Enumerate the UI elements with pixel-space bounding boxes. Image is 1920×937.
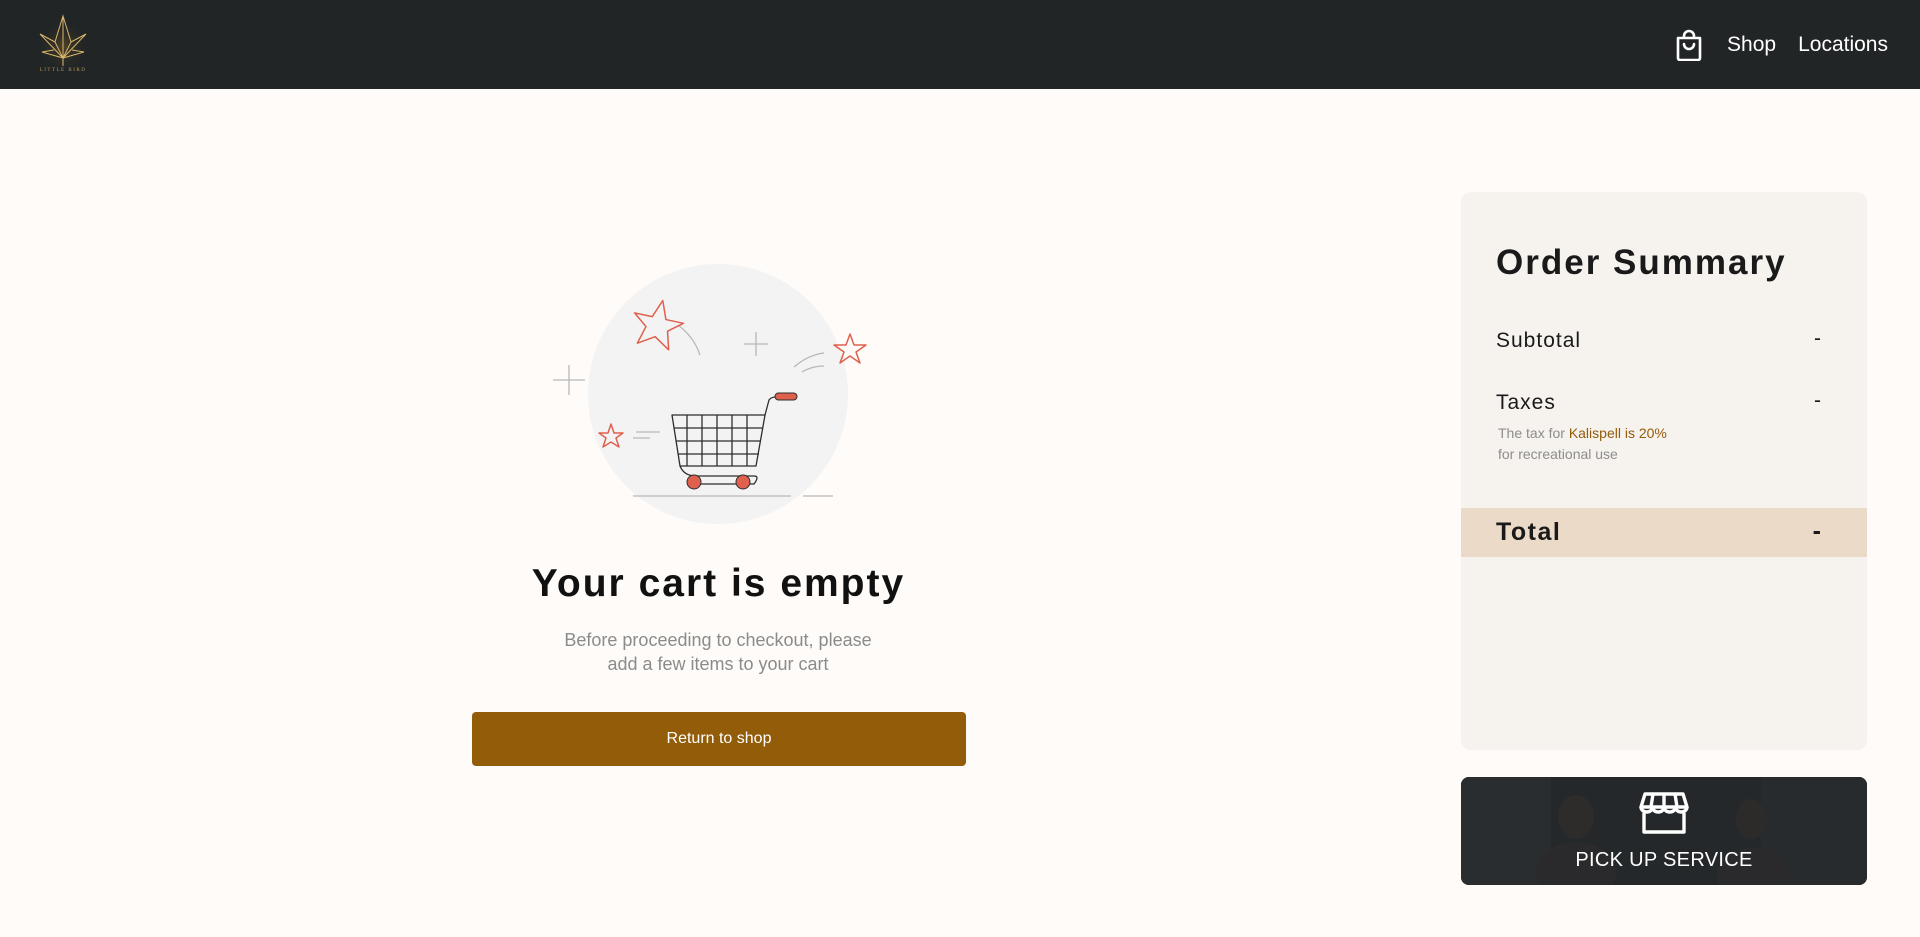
storefront-icon — [1639, 792, 1689, 834]
top-navbar: LITTLE BIRD Shop Locations — [0, 0, 1920, 89]
pick-up-service-label: PICK UP SERVICE — [1575, 849, 1753, 871]
total-row: Total - — [1461, 508, 1867, 557]
nav-link-shop[interactable]: Shop — [1727, 33, 1776, 57]
tax-note: The tax for Kalispell is 20% for recreat… — [1498, 423, 1667, 465]
empty-cart-icon — [553, 264, 867, 524]
pick-up-service-card[interactable]: PICK UP SERVICE — [1461, 777, 1867, 885]
brand-logo-text: LITTLE BIRD — [39, 68, 87, 73]
order-summary-title: Order Summary — [1496, 243, 1787, 282]
total-value: - — [1812, 517, 1821, 545]
empty-cart-title: Your cart is empty — [531, 562, 906, 605]
subtotal-label: Subtotal — [1496, 329, 1582, 352]
order-summary-panel: Order Summary Subtotal - Taxes - The tax… — [1461, 192, 1867, 750]
empty-cart-description: Before proceeding to checkout, please ad… — [518, 628, 918, 676]
cannabis-leaf-icon — [37, 14, 89, 70]
tax-note-line2: for recreational use — [1498, 446, 1618, 462]
brand-logo[interactable]: LITTLE BIRD — [34, 12, 92, 78]
taxes-value: - — [1814, 389, 1821, 412]
subtotal-value: - — [1814, 327, 1821, 350]
tax-note-prefix: The tax for — [1498, 425, 1569, 441]
empty-cart-description-line2: add a few items to your cart — [607, 654, 829, 674]
shopping-bag-icon[interactable] — [1675, 29, 1703, 61]
empty-cart-description-line1: Before proceeding to checkout, please — [564, 630, 872, 650]
tax-rate-link[interactable]: Kalispell is 20% — [1569, 425, 1667, 441]
return-to-shop-button[interactable]: Return to shop — [472, 712, 966, 766]
total-label: Total — [1496, 518, 1562, 546]
nav-link-locations[interactable]: Locations — [1798, 33, 1888, 57]
taxes-label: Taxes — [1496, 391, 1556, 414]
main-nav: Shop Locations — [1675, 0, 1888, 89]
